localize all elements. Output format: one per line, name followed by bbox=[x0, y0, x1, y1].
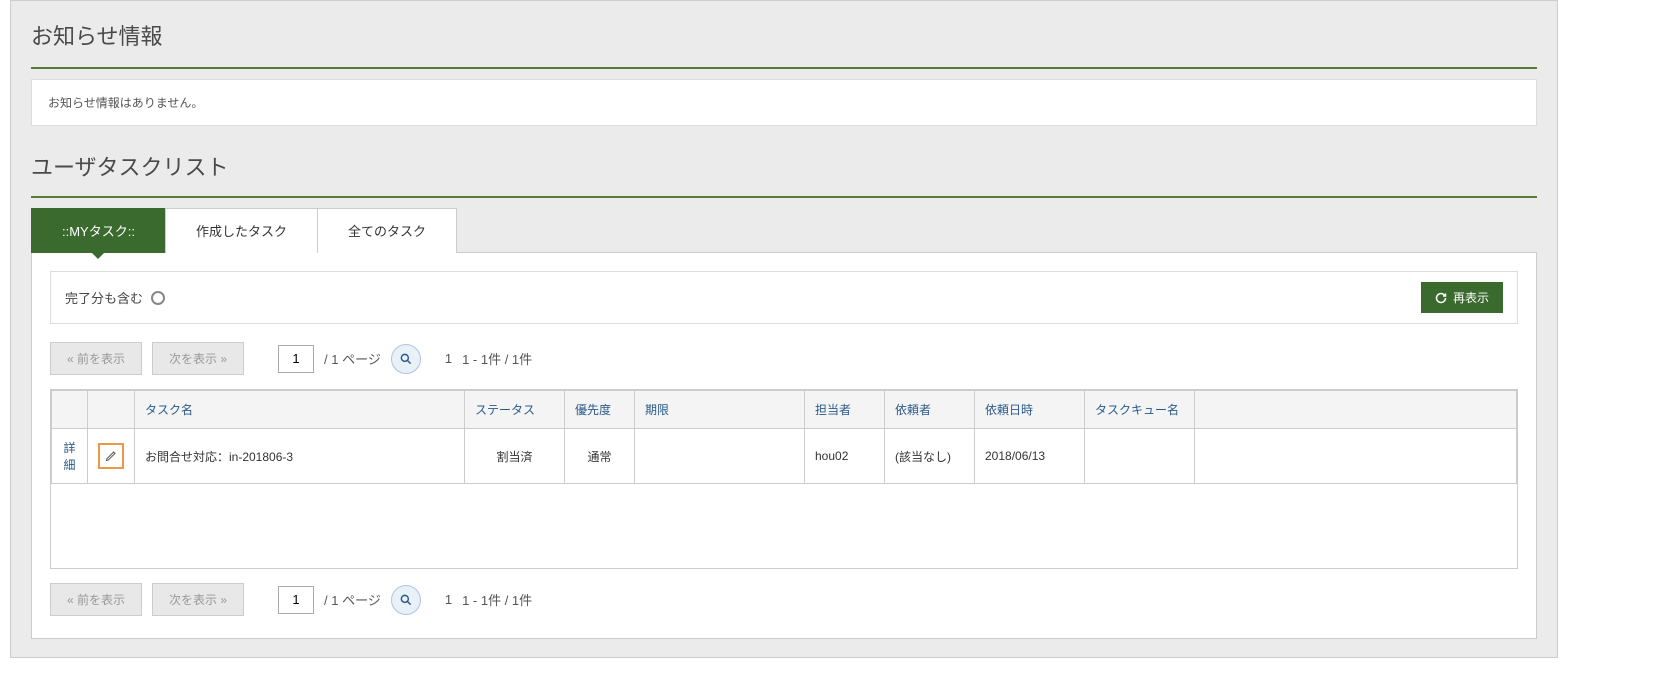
tab-content: 完了分も含む 再表示 « 前を表示 次を表示 » bbox=[31, 252, 1537, 639]
filter-bar: 完了分も含む 再表示 bbox=[50, 271, 1518, 324]
search-icon bbox=[399, 352, 413, 366]
tasklist-title: ユーザタスクリスト bbox=[31, 150, 1537, 198]
page-range: 1 - 1件 / 1件 bbox=[462, 349, 532, 368]
filter-include-completed[interactable]: 完了分も含む bbox=[65, 288, 165, 307]
table-row: 詳細 お問合せ対応：in-201806-3 割当済 bbox=[52, 429, 1517, 484]
page-total-label: / 1 ページ bbox=[324, 590, 381, 609]
page-range: 1 - 1件 / 1件 bbox=[462, 590, 532, 609]
pagination-bottom: « 前を表示 次を表示 » / 1 ページ 1 1 - 1件 / 1件 bbox=[50, 583, 1518, 616]
tab-label: 作成したタスク bbox=[196, 224, 287, 239]
notice-message: お知らせ情報はありません。 bbox=[48, 96, 203, 110]
tasklist-section: ユーザタスクリスト ::MYタスク:: 作成したタスク 全てのタスク 完了分も含… bbox=[11, 136, 1557, 657]
prev-page-button[interactable]: « 前を表示 bbox=[50, 583, 142, 616]
task-table: タスク名 ステータス 優先度 期限 担当者 依頼者 依頼日時 タスクキュー名 bbox=[51, 390, 1517, 484]
include-completed-label: 完了分も含む bbox=[65, 288, 143, 307]
cell-request-date: 2018/06/13 bbox=[975, 429, 1085, 484]
cell-task-name: お問合せ対応：in-201806-3 bbox=[135, 429, 465, 484]
col-assignee[interactable]: 担当者 bbox=[805, 391, 885, 429]
next-page-button[interactable]: 次を表示 » bbox=[152, 583, 244, 616]
page-count: 1 bbox=[445, 351, 452, 366]
tabs: ::MYタスク:: 作成したタスク 全てのタスク bbox=[31, 208, 1537, 253]
col-request-date[interactable]: 依頼日時 bbox=[975, 391, 1085, 429]
cell-priority: 通常 bbox=[565, 429, 635, 484]
page-search-button[interactable] bbox=[391, 585, 421, 615]
col-status[interactable]: ステータス bbox=[465, 391, 565, 429]
table-header-row: タスク名 ステータス 優先度 期限 担当者 依頼者 依頼日時 タスクキュー名 bbox=[52, 391, 1517, 429]
detail-link[interactable]: 詳細 bbox=[63, 441, 75, 472]
col-edit bbox=[88, 391, 135, 429]
table-wrapper: タスク名 ステータス 優先度 期限 担当者 依頼者 依頼日時 タスクキュー名 bbox=[50, 389, 1518, 569]
pencil-icon bbox=[105, 450, 117, 462]
reload-button[interactable]: 再表示 bbox=[1421, 282, 1503, 313]
pagination-top: « 前を表示 次を表示 » / 1 ページ 1 1 - 1件 / 1件 bbox=[50, 342, 1518, 375]
cell-rest bbox=[1195, 429, 1517, 484]
page-count: 1 bbox=[445, 592, 452, 607]
reload-icon bbox=[1435, 292, 1447, 304]
col-deadline[interactable]: 期限 bbox=[635, 391, 805, 429]
prev-page-button[interactable]: « 前を表示 bbox=[50, 342, 142, 375]
page-total-label: / 1 ページ bbox=[324, 349, 381, 368]
cell-requester: (該当なし) bbox=[885, 429, 975, 484]
page-input[interactable] bbox=[278, 586, 314, 614]
notice-title: お知らせ情報 bbox=[31, 19, 1537, 69]
col-rest bbox=[1195, 391, 1517, 429]
tab-label: ::MYタスク:: bbox=[62, 224, 135, 239]
cell-queue-name bbox=[1085, 429, 1195, 484]
cell-assignee: hou02 bbox=[805, 429, 885, 484]
edit-button[interactable] bbox=[98, 443, 124, 469]
col-queue-name[interactable]: タスクキュー名 bbox=[1085, 391, 1195, 429]
tab-label: 全てのタスク bbox=[348, 224, 426, 239]
page-search-button[interactable] bbox=[391, 344, 421, 374]
col-task-name[interactable]: タスク名 bbox=[135, 391, 465, 429]
next-page-button[interactable]: 次を表示 » bbox=[152, 342, 244, 375]
col-priority[interactable]: 優先度 bbox=[565, 391, 635, 429]
page-wrapper: お知らせ情報 お知らせ情報はありません。 ユーザタスクリスト ::MYタスク::… bbox=[10, 0, 1558, 658]
page-input[interactable] bbox=[278, 345, 314, 373]
notice-section: お知らせ情報 お知らせ情報はありません。 bbox=[11, 1, 1557, 136]
col-requester[interactable]: 依頼者 bbox=[885, 391, 975, 429]
reload-label: 再表示 bbox=[1453, 289, 1489, 306]
tab-my-tasks[interactable]: ::MYタスク:: bbox=[31, 208, 166, 253]
radio-icon bbox=[151, 291, 165, 305]
tab-all-tasks[interactable]: 全てのタスク bbox=[317, 208, 457, 253]
cell-deadline bbox=[635, 429, 805, 484]
tab-created-tasks[interactable]: 作成したタスク bbox=[165, 208, 318, 253]
cell-status: 割当済 bbox=[465, 429, 565, 484]
search-icon bbox=[399, 593, 413, 607]
notice-message-box: お知らせ情報はありません。 bbox=[31, 79, 1537, 126]
col-detail bbox=[52, 391, 88, 429]
